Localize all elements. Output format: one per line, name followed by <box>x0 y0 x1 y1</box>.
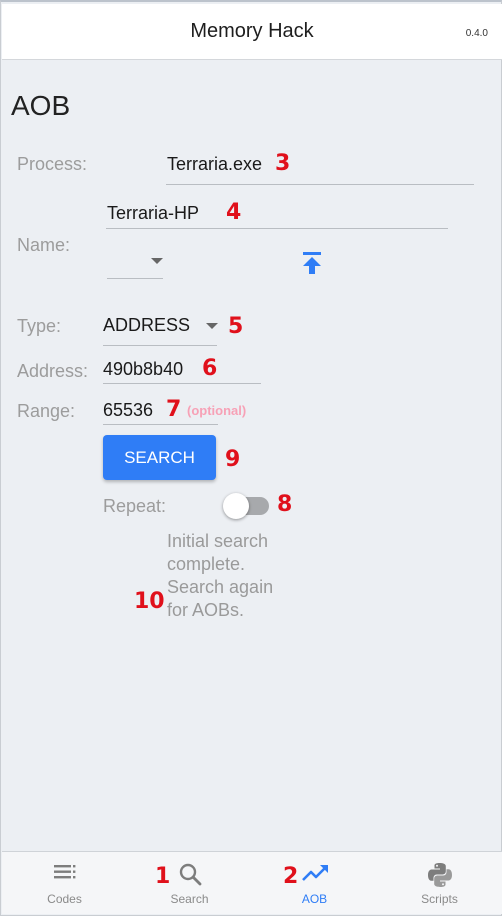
annotation-2: 2 <box>283 864 299 889</box>
nav-label-codes: Codes <box>47 892 82 906</box>
annotation-3: 3 <box>275 151 291 176</box>
list-icon <box>53 865 75 879</box>
annotation-6: 6 <box>202 356 218 381</box>
address-label: Address: <box>17 361 89 381</box>
status-message: Initial search complete. Search again fo… <box>167 531 274 620</box>
name-underline <box>106 228 448 229</box>
address-field[interactable]: 490b8b40 <box>103 359 183 380</box>
process-label: Process: <box>17 154 88 174</box>
range-optional-hint: (optional) <box>187 403 247 418</box>
page-title: AOB <box>11 90 71 121</box>
nav-item-scripts[interactable]: Scripts <box>377 852 502 915</box>
type-select[interactable]: ADDRESS <box>103 315 190 336</box>
app-version: 0.4.0 <box>465 28 488 39</box>
type-label: Type: <box>17 316 62 336</box>
nav-item-search[interactable]: Search <box>127 852 252 915</box>
trending-up-icon <box>301 865 328 881</box>
annotation-10: 10 <box>134 589 165 614</box>
name-field[interactable]: Terraria-HP <box>107 203 199 224</box>
app-title: Memory Hack <box>190 20 314 42</box>
python-icon <box>427 863 452 887</box>
annotation-1: 1 <box>155 864 171 889</box>
annotation-5: 5 <box>228 314 244 339</box>
nav-label-scripts: Scripts <box>421 892 458 906</box>
annotation-9: 9 <box>225 447 241 472</box>
annotation-7: 7 <box>166 397 182 422</box>
name-label: Name: <box>17 235 71 255</box>
nav-item-aob[interactable]: AOB <box>252 852 377 915</box>
app-bar: Memory Hack 0.4.0 <box>2 4 502 60</box>
nav-item-codes[interactable]: Codes <box>2 852 127 915</box>
type-underline <box>103 345 217 346</box>
search-button[interactable]: SEARCH <box>103 435 216 480</box>
app-frame: Memory Hack 0.4.0 AOB Process: Terraria.… <box>0 0 502 916</box>
bottom-navigation: Codes Search AOB Scripts 1 2 <box>2 851 502 914</box>
name-dropdown-underline <box>107 278 163 279</box>
address-underline <box>103 383 261 384</box>
nav-label-search: Search <box>170 892 209 906</box>
range-field[interactable]: 65536 <box>103 400 153 421</box>
search-icon <box>179 863 201 886</box>
repeat-toggle-knob[interactable] <box>223 493 249 519</box>
process-field[interactable]: Terraria.exe <box>167 154 262 175</box>
range-label: Range: <box>17 401 76 421</box>
annotation-8: 8 <box>277 492 293 517</box>
nav-label-aob: AOB <box>301 892 328 906</box>
upload-icon[interactable] <box>301 251 323 275</box>
process-underline <box>166 184 474 185</box>
name-dropdown-caret-icon[interactable] <box>151 258 163 264</box>
annotation-4: 4 <box>226 200 242 225</box>
type-dropdown-caret-icon[interactable] <box>206 323 218 329</box>
range-underline <box>103 424 218 425</box>
repeat-label: Repeat: <box>103 496 167 516</box>
